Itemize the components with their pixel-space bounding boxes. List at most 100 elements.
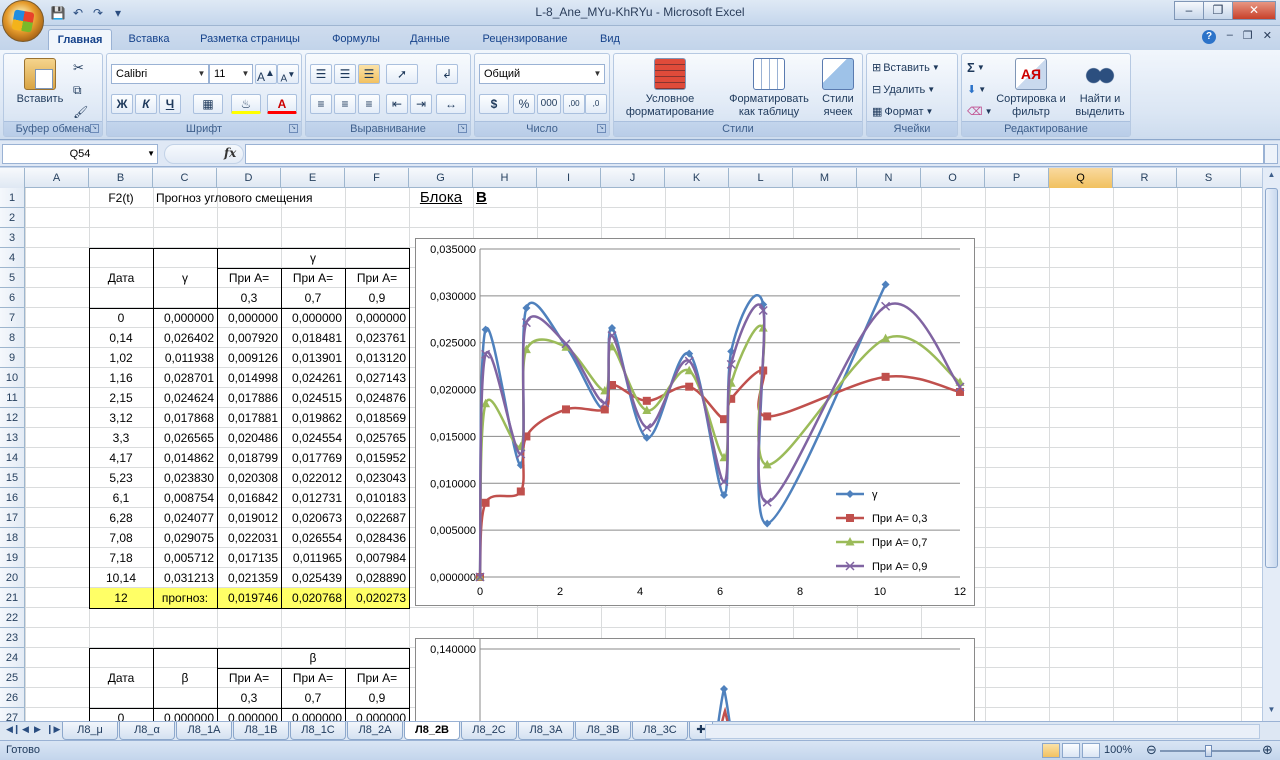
increase-indent-button[interactable]: ⇥ (410, 94, 432, 114)
row-header-17[interactable]: 17 (0, 508, 25, 528)
table-cell[interactable]: 0,017769 (281, 448, 345, 468)
format-painter-button[interactable]: 🖌 (72, 102, 89, 122)
row-header-16[interactable]: 16 (0, 488, 25, 508)
table-cell[interactable]: 0,017886 (217, 388, 281, 408)
beta-chart[interactable]: 0,1400000,120000 (415, 638, 975, 721)
table-cell[interactable]: 0,029075 (153, 528, 217, 548)
font-color-button[interactable]: A (267, 94, 297, 114)
percent-button[interactable]: % (513, 94, 535, 114)
first-sheet-icon[interactable]: ◀❙ (6, 724, 20, 735)
cell-h1[interactable]: В (473, 188, 537, 208)
row-header-19[interactable]: 19 (0, 548, 25, 568)
header2-a-f[interactable]: При А= (345, 668, 409, 688)
table-cell[interactable]: 0,024876 (345, 388, 409, 408)
row-header-24[interactable]: 24 (0, 648, 25, 668)
scroll-thumb[interactable] (1265, 188, 1278, 568)
table-cell[interactable]: 0,031213 (153, 568, 217, 588)
table-cell[interactable]: 0,011938 (153, 348, 217, 368)
column-header-l[interactable]: L (729, 168, 793, 188)
row-header-12[interactable]: 12 (0, 408, 25, 428)
row-header-14[interactable]: 14 (0, 448, 25, 468)
table-cell[interactable]: 0,020673 (281, 508, 345, 528)
table-cell[interactable]: 0,010183 (345, 488, 409, 508)
clipboard-launcher[interactable]: ↘ (90, 124, 99, 133)
tab-home[interactable]: Главная (48, 29, 112, 50)
align-left-button[interactable]: ≡ (310, 94, 332, 114)
minimize-button[interactable]: – (1174, 1, 1204, 20)
forecast-cell[interactable]: прогноз: (153, 588, 217, 608)
office-button[interactable] (2, 0, 44, 42)
table-cell[interactable]: 0,024077 (153, 508, 217, 528)
row-header-7[interactable]: 7 (0, 308, 25, 328)
table-cell[interactable]: 0,022687 (345, 508, 409, 528)
row-header-6[interactable]: 6 (0, 288, 25, 308)
column-header-k[interactable]: K (665, 168, 729, 188)
column-header-f[interactable]: F (345, 168, 409, 188)
font-launcher[interactable]: ↘ (289, 124, 298, 133)
header-a-f[interactable]: При А= (345, 268, 409, 288)
zoom-level[interactable]: 100% (1104, 744, 1132, 756)
table-cell[interactable]: 0,023830 (153, 468, 217, 488)
page-layout-view-button[interactable] (1062, 743, 1080, 758)
table-cell[interactable]: 0,018569 (345, 408, 409, 428)
restore-button[interactable]: ❐ (1203, 1, 1233, 20)
table-cell[interactable]: 0,009126 (217, 348, 281, 368)
table-cell[interactable]: 1,02 (89, 348, 153, 368)
row-header-21[interactable]: 21 (0, 588, 25, 608)
orientation-button[interactable]: ➚ (386, 64, 418, 84)
table-cell[interactable]: 1,16 (89, 368, 153, 388)
header2-a-d[interactable]: При А= (217, 668, 281, 688)
table-cell[interactable]: 0,017135 (217, 548, 281, 568)
cell-g1[interactable]: Блока (409, 188, 473, 208)
row-header-11[interactable]: 11 (0, 388, 25, 408)
header-a-value-d[interactable]: 0,3 (217, 288, 281, 308)
increase-decimal-button[interactable]: ,00 (563, 94, 585, 114)
bold-button[interactable]: Ж (111, 94, 133, 114)
prev-sheet-icon[interactable]: ◀ (22, 724, 29, 735)
table2-cell[interactable]: 0 (89, 708, 153, 721)
table-cell[interactable]: 0,000000 (345, 308, 409, 328)
table-cell[interactable]: 0,025439 (281, 568, 345, 588)
tab-formulas[interactable]: Формулы (322, 29, 390, 50)
table-cell[interactable]: 0,013901 (281, 348, 345, 368)
table-cell[interactable]: 0,014998 (217, 368, 281, 388)
header-a-d[interactable]: При А= (217, 268, 281, 288)
row-header-13[interactable]: 13 (0, 428, 25, 448)
sheet-tab-7[interactable]: Л8_2C (461, 722, 517, 740)
sheet-tab-8[interactable]: Л8_3A (518, 722, 574, 740)
column-header-d[interactable]: D (217, 168, 281, 188)
row-header-9[interactable]: 9 (0, 348, 25, 368)
table-cell[interactable]: 0,018481 (281, 328, 345, 348)
header-a-value-f[interactable]: 0,9 (345, 288, 409, 308)
table-cell[interactable]: 0,014862 (153, 448, 217, 468)
table-cell[interactable]: 0,017868 (153, 408, 217, 428)
table2-cell[interactable]: 0,000000 (345, 708, 409, 721)
expand-formula-button[interactable] (1264, 144, 1278, 164)
italic-button[interactable]: К (135, 94, 157, 114)
table-cell[interactable]: 6,28 (89, 508, 153, 528)
currency-button[interactable]: $ (479, 94, 509, 114)
number-format-combo[interactable]: Общий ▼ (479, 64, 605, 84)
header-date[interactable]: Дата (89, 268, 153, 288)
row-header-2[interactable]: 2 (0, 208, 25, 228)
close-doc-icon[interactable]: ✕ (1263, 29, 1272, 42)
decrease-indent-button[interactable]: ⇤ (386, 94, 408, 114)
table-cell[interactable]: 0,023043 (345, 468, 409, 488)
sheet-tab-10[interactable]: Л8_3C (632, 722, 688, 740)
table-cell[interactable]: 0,007920 (217, 328, 281, 348)
table-cell[interactable]: 0,021359 (217, 568, 281, 588)
select-all-button[interactable] (0, 168, 25, 188)
table-cell[interactable]: 0,019012 (217, 508, 281, 528)
number-launcher[interactable]: ↘ (597, 124, 606, 133)
column-header-h[interactable]: H (473, 168, 537, 188)
table-cell[interactable]: 0,023761 (345, 328, 409, 348)
column-header-r[interactable]: R (1113, 168, 1177, 188)
cell-styles-button[interactable]: Стили ячеек (814, 58, 862, 119)
beta-group-header[interactable]: β (217, 648, 409, 668)
merge-center-button[interactable]: ↔ (436, 94, 466, 114)
table-cell[interactable]: 0,024624 (153, 388, 217, 408)
row-header-20[interactable]: 20 (0, 568, 25, 588)
table-cell[interactable]: 0,022031 (217, 528, 281, 548)
delete-cells-button[interactable]: ⊟ Удалить ▼ (871, 80, 936, 100)
conditional-formatting-button[interactable]: Условное форматирование (618, 58, 722, 119)
